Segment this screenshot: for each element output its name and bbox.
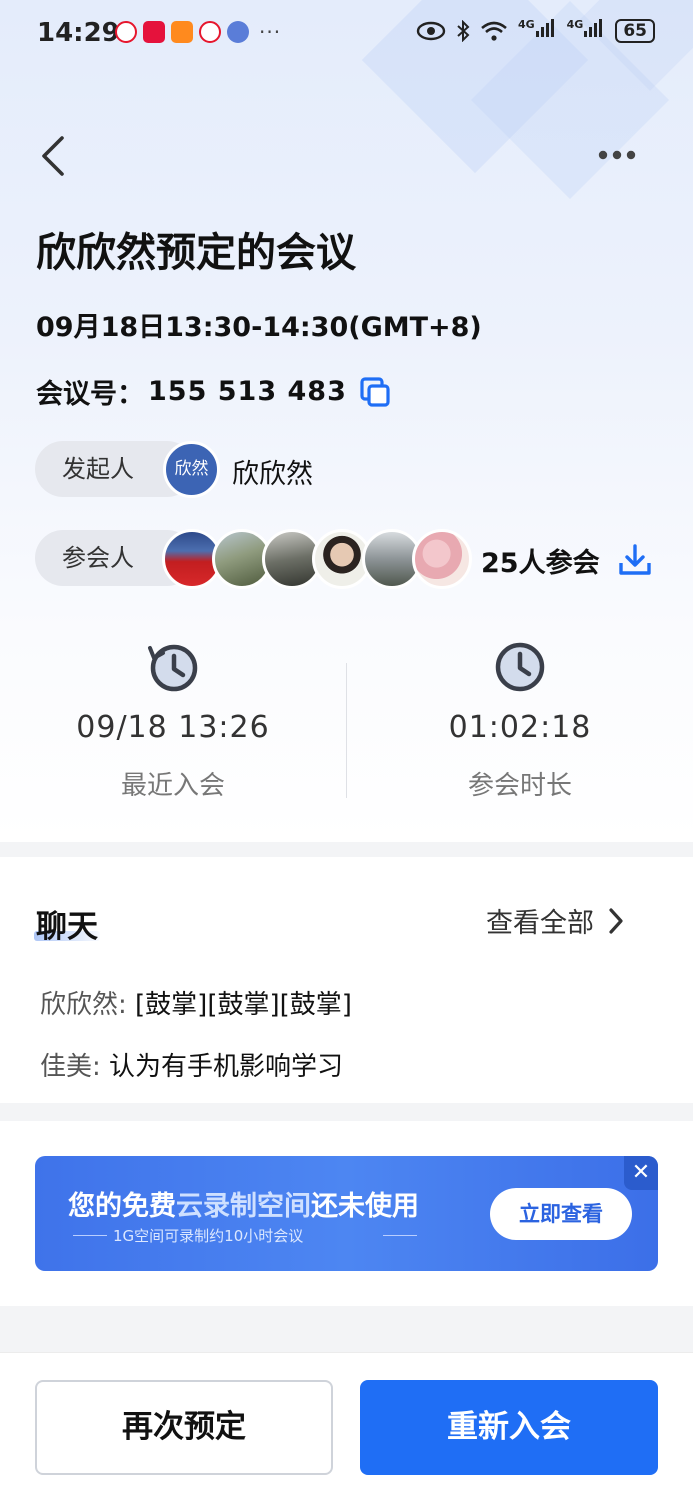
last-join-label: 最近入会: [120, 771, 225, 801]
music-icon: [227, 21, 249, 43]
banner-subtext: 1G空间可录制约10小时会议: [113, 1227, 304, 1245]
status-bar: 14:29 ··· 4G 4G 65: [0, 0, 693, 66]
divider: [346, 663, 347, 798]
chat-text: 认为有手机影响学习: [109, 1052, 344, 1082]
history-clock-icon: [148, 644, 198, 692]
chat-section: 聊天 查看全部 欣欣然: [鼓掌][鼓掌][鼓掌] 佳美: 认为有手机影响学习: [0, 857, 693, 1103]
rejoin-button[interactable]: 重新入会: [360, 1380, 658, 1475]
meeting-number-row: 会议号： 155 513 483: [36, 372, 391, 411]
host-name: 欣欣然: [232, 459, 313, 490]
host-avatar[interactable]: 欣然: [163, 441, 220, 498]
last-join-stat: 09/18 13:26 最近入会: [43, 640, 303, 802]
status-time: 14:29: [37, 18, 120, 48]
chat-message: 欣欣然: [鼓掌][鼓掌][鼓掌]: [40, 984, 352, 1021]
signal-4g-icon: 4G: [518, 18, 557, 43]
video-player-icon: [171, 21, 193, 43]
chevron-right-icon: [609, 907, 623, 934]
more-notifications: ···: [259, 20, 282, 44]
chat-sender: 佳美:: [40, 1052, 101, 1082]
weibo-icon: [199, 21, 221, 43]
more-options-button[interactable]: [593, 140, 645, 170]
meeting-datetime: 09月18日13:30-14:30(GMT+8): [36, 312, 482, 343]
notification-icons: ···: [115, 20, 281, 44]
more-dots-icon: [598, 150, 636, 160]
view-now-button[interactable]: 立即查看: [490, 1188, 632, 1240]
banner-line: [383, 1235, 417, 1236]
meeting-number-label: 会议号：: [36, 379, 144, 410]
xiaohongshu-icon: [143, 21, 165, 43]
chat-title: 聊天: [36, 909, 98, 945]
view-all-chat-button[interactable]: 查看全部: [486, 901, 624, 940]
avatar[interactable]: [412, 529, 472, 589]
battery-indicator: 65: [615, 18, 655, 43]
view-all-label: 查看全部: [486, 908, 594, 939]
eye-icon: [416, 21, 446, 40]
bottom-action-bar: 再次预定 重新入会: [0, 1352, 693, 1500]
bluetooth-icon: [457, 19, 470, 42]
chat-text: [鼓掌][鼓掌][鼓掌]: [135, 990, 352, 1020]
copy-icon[interactable]: [359, 376, 391, 408]
wifi-icon: [481, 21, 507, 41]
banner-title-highlight: 云录制空间: [176, 1191, 311, 1222]
back-button[interactable]: [36, 134, 76, 178]
chevron-left-icon: [42, 136, 64, 176]
meeting-title: 欣欣然预定的会议: [36, 230, 356, 276]
duration-label: 参会时长: [467, 771, 572, 801]
banner-title: 您的免费云录制空间还未使用: [68, 1184, 419, 1223]
banner-close-button[interactable]: ✕: [624, 1156, 658, 1190]
banner-title-pre: 您的免费: [68, 1191, 176, 1222]
download-icon[interactable]: [618, 543, 652, 577]
last-join-value: 09/18 13:26: [76, 710, 270, 745]
chat-sender: 欣欣然:: [40, 990, 127, 1020]
system-icons: 4G 4G 65: [416, 18, 655, 43]
book-again-button[interactable]: 再次预定: [35, 1380, 333, 1475]
meeting-number: 155 513 483: [148, 376, 347, 407]
duration-stat: 01:02:18 参会时长: [390, 640, 650, 802]
attendee-avatars[interactable]: [162, 529, 474, 589]
chat-message: 佳美: 认为有手机影响学习: [40, 1046, 343, 1083]
close-icon: ✕: [631, 1160, 651, 1185]
promo-section: 您的免费云录制空间还未使用 1G空间可录制约10小时会议 立即查看: [0, 1121, 693, 1306]
duration-value: 01:02:18: [448, 710, 592, 745]
weibo-icon: [115, 21, 137, 43]
signal-4g-icon: 4G: [567, 18, 606, 43]
banner-line: [73, 1235, 107, 1236]
clock-icon: [495, 642, 545, 692]
attendee-count[interactable]: 25人参会: [481, 541, 600, 580]
banner-title-post: 还未使用: [311, 1191, 419, 1222]
cloud-recording-banner[interactable]: 您的免费云录制空间还未使用 1G空间可录制约10小时会议 立即查看: [35, 1156, 658, 1271]
